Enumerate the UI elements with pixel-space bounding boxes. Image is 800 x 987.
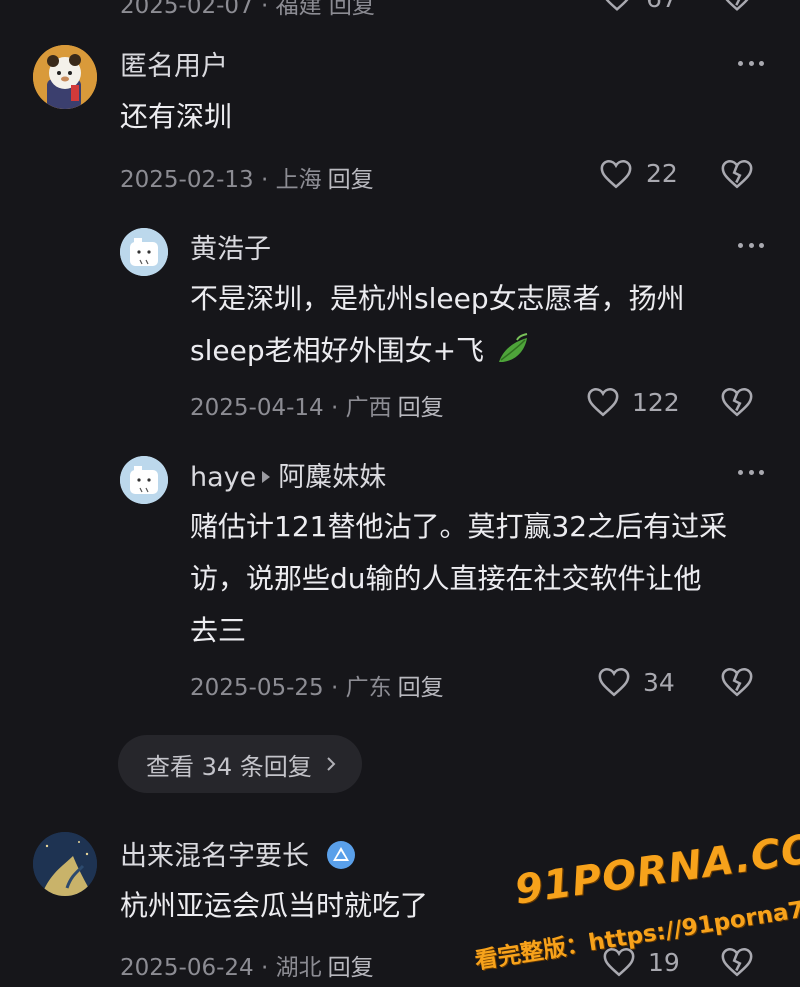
reply-username[interactable]: haye — [190, 462, 256, 493]
reply-meta: 2025-04-14 · 广西 回复 — [190, 388, 444, 422]
avatar[interactable] — [33, 45, 97, 109]
top-like-count: 67 — [646, 0, 678, 13]
heart-icon[interactable] — [599, 158, 633, 190]
reply-text-line: 不是深圳，是杭州sleep女志愿者，扬州 — [190, 282, 685, 315]
like-count: 34 — [643, 668, 675, 697]
avatar[interactable] — [120, 228, 168, 276]
avatar[interactable] — [120, 456, 168, 504]
comment-meta: 2025-02-13 · 上海 回复 — [120, 160, 374, 194]
avatar[interactable] — [33, 832, 97, 896]
reply-text-line-content: sleep老相好外围女+飞 — [190, 334, 485, 367]
like-count: 22 — [646, 159, 678, 188]
reply-to-username[interactable]: 阿麋妹妹 — [278, 462, 386, 493]
broken-heart-icon[interactable] — [720, 0, 754, 12]
chevron-right-icon — [327, 757, 336, 771]
comment-text: 杭州亚运会瓜当时就吃了 — [120, 889, 429, 922]
like-count: 122 — [632, 388, 680, 417]
comment-text: 还有深圳 — [120, 100, 233, 133]
broken-heart-icon[interactable] — [720, 158, 754, 190]
comment-username-row: 出来混名字要长 — [120, 834, 356, 873]
reply-date-location: 2025-04-14 · 广西 — [190, 395, 392, 421]
reply-button[interactable]: 回复 — [398, 395, 444, 421]
verified-badge-icon — [326, 841, 355, 869]
comment-date-location: 2025-06-24 · 湖北 — [120, 955, 322, 981]
cartoon-avatar-icon — [120, 456, 168, 504]
broken-heart-icon[interactable] — [720, 666, 754, 698]
reply-arrow-icon — [262, 471, 271, 483]
comment-username[interactable]: 匿名用户 — [120, 44, 228, 83]
reply-username-row: haye 阿麋妹妹 — [190, 455, 386, 494]
comment-date-location: 2025-02-13 · 上海 — [120, 167, 322, 193]
top-comment-meta: 2025-02-07 · 福建 回复 — [120, 0, 375, 19]
reply-date-location: 2025-05-25 · 广东 — [190, 675, 392, 701]
leaf-emoji-icon — [498, 333, 528, 362]
reply-button[interactable]: 回复 — [328, 955, 374, 981]
like-count: 19 — [648, 948, 680, 977]
more-icon[interactable] — [738, 241, 764, 249]
night-scene-avatar-icon — [33, 832, 97, 896]
view-replies-button[interactable]: 查看 34 条回复 — [118, 735, 362, 793]
comment-username[interactable]: 出来混名字要长 — [120, 841, 309, 872]
more-icon[interactable] — [738, 468, 764, 476]
reply-button[interactable]: 回复 — [398, 675, 444, 701]
heart-icon[interactable] — [600, 0, 634, 12]
view-replies-label: 查看 34 条回复 — [146, 752, 312, 781]
cartoon-avatar-icon — [120, 228, 168, 276]
cartoon-avatar-icon — [33, 45, 97, 109]
reply-username[interactable]: 黄浩子 — [190, 227, 271, 266]
reply-text-line: 赌估计121替他沾了。莫打赢32之后有过采 — [190, 510, 728, 543]
broken-heart-icon[interactable] — [720, 386, 754, 418]
heart-icon[interactable] — [586, 386, 620, 418]
reply-text-line: sleep老相好外围女+飞 — [190, 325, 531, 377]
broken-heart-icon[interactable] — [720, 946, 754, 978]
more-icon[interactable] — [738, 59, 764, 67]
heart-icon[interactable] — [597, 666, 631, 698]
comment-meta: 2025-06-24 · 湖北 回复 — [120, 948, 374, 982]
reply-button[interactable]: 回复 — [328, 167, 374, 193]
reply-meta: 2025-05-25 · 广东 回复 — [190, 668, 444, 702]
reply-text-line: 去三 — [190, 614, 247, 647]
reply-text-line: 访，说那些du输的人直接在社交软件让他 — [190, 562, 702, 595]
